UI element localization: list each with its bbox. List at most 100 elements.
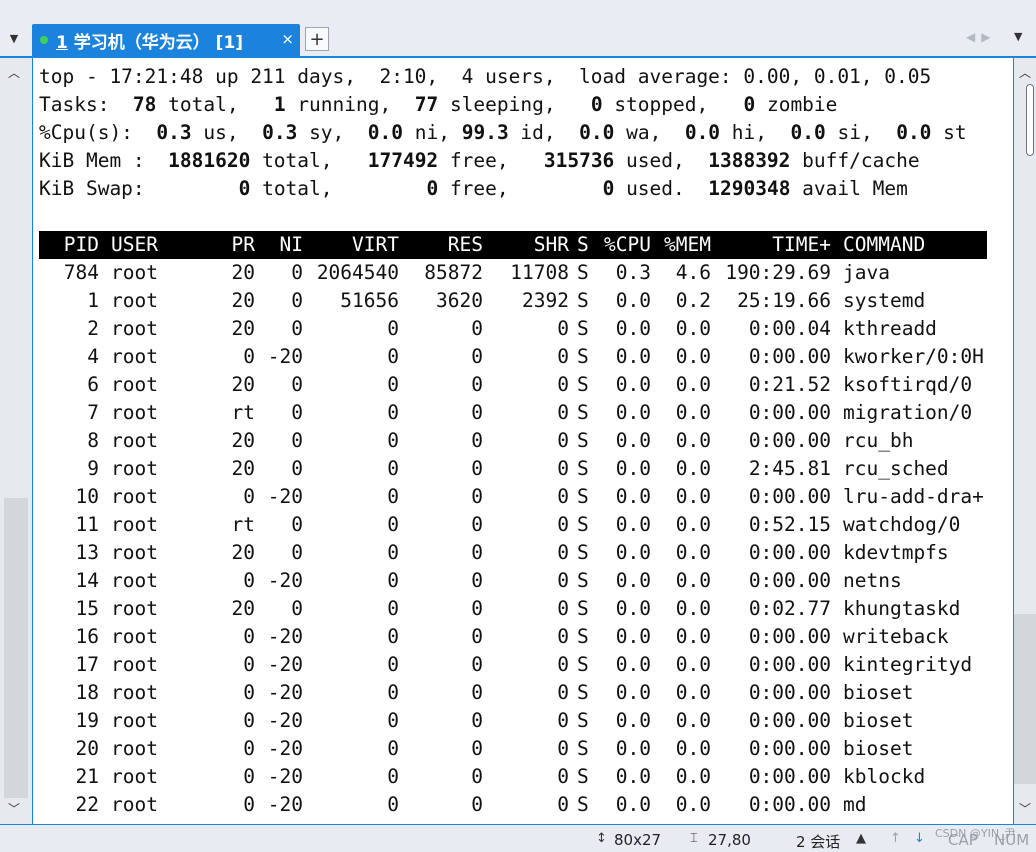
cell-state: S bbox=[577, 625, 589, 648]
scroll-thumb[interactable] bbox=[1026, 84, 1034, 156]
table-row: 784 root 20 0 2064540 85872 11708 S 0.3 4.6 190:29… bbox=[39, 259, 987, 287]
cell-pid: 21 bbox=[75, 765, 99, 788]
col-user: USER bbox=[111, 233, 158, 256]
cell-ni: 0 bbox=[291, 317, 303, 340]
cell-res: 0 bbox=[471, 597, 483, 620]
cell-user: root bbox=[111, 373, 158, 396]
table-row: 7 root rt 0 0 0 0 S 0.0 0.0 0:00.00 migration/0 bbox=[39, 399, 987, 427]
cell-virt: 0 bbox=[387, 709, 399, 732]
cell-pid: 784 bbox=[63, 261, 99, 284]
cell-virt: 0 bbox=[387, 653, 399, 676]
arrow-up-icon[interactable]: ↑ bbox=[890, 831, 901, 846]
cell-command: bioset bbox=[843, 681, 914, 704]
cell-pid: 10 bbox=[75, 485, 99, 508]
cell-user: root bbox=[111, 485, 158, 508]
cell-mem: 0.0 bbox=[675, 765, 711, 788]
cell-shr: 2392 bbox=[522, 289, 569, 312]
table-row: 9 root 20 0 0 0 0 S 0.0 0.0 2:45.81 rcu_sched bbox=[39, 455, 987, 483]
close-icon[interactable]: × bbox=[281, 30, 294, 48]
chevron-up-icon[interactable]: ︿ bbox=[8, 64, 20, 81]
cell-virt: 0 bbox=[387, 457, 399, 480]
cell-pid: 15 bbox=[75, 597, 99, 620]
right-scroll-track[interactable] bbox=[1014, 614, 1036, 784]
cell-user: root bbox=[111, 681, 158, 704]
cell-pr: 0 bbox=[243, 681, 255, 704]
cell-command: bioset bbox=[843, 709, 914, 732]
cell-ni: -20 bbox=[267, 709, 303, 732]
cell-time: 0:00.00 bbox=[748, 345, 831, 368]
cell-ni: 0 bbox=[291, 513, 303, 536]
cell-user: root bbox=[111, 541, 158, 564]
table-row: 17 root 0 -20 0 0 0 S 0.0 0.0 0:00.00 kintegrityd bbox=[39, 651, 987, 679]
cell-pid: 13 bbox=[75, 541, 99, 564]
cell-time: 2:45.81 bbox=[748, 457, 831, 480]
cell-user: root bbox=[111, 625, 158, 648]
cell-virt: 0 bbox=[387, 597, 399, 620]
chevron-up-icon[interactable]: ︿ bbox=[1019, 64, 1031, 81]
arrow-down-icon[interactable]: ↓ bbox=[914, 831, 925, 846]
tasks-line: Tasks: 78 total, 1 running, 77 sleeping,… bbox=[39, 93, 838, 116]
cell-time: 0:00.00 bbox=[748, 737, 831, 760]
terminal-view[interactable]: top - 17:21:48 up 211 days, 2:10, 4 user… bbox=[32, 58, 1014, 824]
cell-res: 0 bbox=[471, 793, 483, 816]
cell-ni: -20 bbox=[267, 569, 303, 592]
cell-time: 0:00.00 bbox=[748, 401, 831, 424]
cell-cpu: 0.0 bbox=[615, 793, 651, 816]
cell-cpu: 0.0 bbox=[615, 317, 651, 340]
cell-shr: 0 bbox=[557, 317, 569, 340]
cell-cpu: 0.0 bbox=[615, 765, 651, 788]
cell-cpu: 0.0 bbox=[615, 345, 651, 368]
left-scrollbar[interactable]: ︿ ﹀ bbox=[0, 58, 32, 824]
cell-res: 0 bbox=[471, 737, 483, 760]
cell-mem: 0.0 bbox=[675, 597, 711, 620]
cell-command: java bbox=[843, 261, 890, 284]
tab-list-caret-icon[interactable]: ▼ bbox=[1014, 30, 1022, 43]
cell-mem: 0.0 bbox=[675, 793, 711, 816]
cell-virt: 0 bbox=[387, 401, 399, 424]
table-row: 2 root 20 0 0 0 0 S 0.0 0.0 0:00.04 kthreadd bbox=[39, 315, 987, 343]
process-table-header: PID USER PR NI VIRT RES SHR S %CPU %MEM … bbox=[39, 231, 987, 259]
cell-pid: 17 bbox=[75, 653, 99, 676]
caret-down-icon[interactable]: ▼ bbox=[4, 26, 24, 50]
table-row: 4 root 0 -20 0 0 0 S 0.0 0.0 0:00.00 kworker/0:0H bbox=[39, 343, 987, 371]
tab-scroll-arrows[interactable]: ◀▶ bbox=[966, 30, 996, 44]
cell-shr: 0 bbox=[557, 485, 569, 508]
cell-state: S bbox=[577, 737, 589, 760]
cell-shr: 0 bbox=[557, 597, 569, 620]
cell-state: S bbox=[577, 289, 589, 312]
chevron-down-icon[interactable]: ﹀ bbox=[8, 800, 20, 817]
chevron-down-icon[interactable]: ﹀ bbox=[1019, 800, 1031, 817]
cell-state: S bbox=[577, 485, 589, 508]
add-tab-button[interactable]: + bbox=[305, 27, 329, 51]
table-row: 22 root 0 -20 0 0 0 S 0.0 0.0 0:00.00 md bbox=[39, 791, 987, 819]
table-row: 6 root 20 0 0 0 0 S 0.0 0.0 0:21.52 ksoftirqd/0 bbox=[39, 371, 987, 399]
cell-shr: 0 bbox=[557, 709, 569, 732]
cell-pr: 0 bbox=[243, 345, 255, 368]
cell-user: root bbox=[111, 709, 158, 732]
session-count[interactable]: 2 会话 bbox=[796, 831, 840, 852]
table-row: 18 root 0 -20 0 0 0 S 0.0 0.0 0:00.00 bioset bbox=[39, 679, 987, 707]
resize-icon: ↕ bbox=[596, 831, 607, 846]
cell-res: 85872 bbox=[424, 261, 483, 284]
tab-number: 1 bbox=[56, 32, 68, 53]
cell-pr: 0 bbox=[243, 625, 255, 648]
cell-res: 0 bbox=[471, 485, 483, 508]
cell-res: 0 bbox=[471, 457, 483, 480]
col-pid: PID bbox=[63, 233, 99, 256]
session-tab[interactable]: 1 学习机（华为云） [1] × bbox=[32, 24, 300, 56]
cell-pid: 9 bbox=[87, 457, 99, 480]
table-row: 19 root 0 -20 0 0 0 S 0.0 0.0 0:00.00 bioset bbox=[39, 707, 987, 735]
right-scrollbar[interactable]: ︿ ﹀ bbox=[1014, 58, 1036, 824]
cell-res: 0 bbox=[471, 345, 483, 368]
left-scroll-track[interactable] bbox=[4, 498, 28, 798]
cell-command: writeback bbox=[843, 625, 949, 648]
cell-ni: 0 bbox=[291, 457, 303, 480]
cell-pr: 0 bbox=[243, 793, 255, 816]
cell-time: 25:19.66 bbox=[737, 289, 831, 312]
cell-state: S bbox=[577, 653, 589, 676]
cell-time: 0:00.00 bbox=[748, 569, 831, 592]
caret-up-icon[interactable]: ▲ bbox=[856, 831, 866, 846]
cell-state: S bbox=[577, 793, 589, 816]
cell-time: 190:29.69 bbox=[725, 261, 831, 284]
cell-shr: 0 bbox=[557, 457, 569, 480]
